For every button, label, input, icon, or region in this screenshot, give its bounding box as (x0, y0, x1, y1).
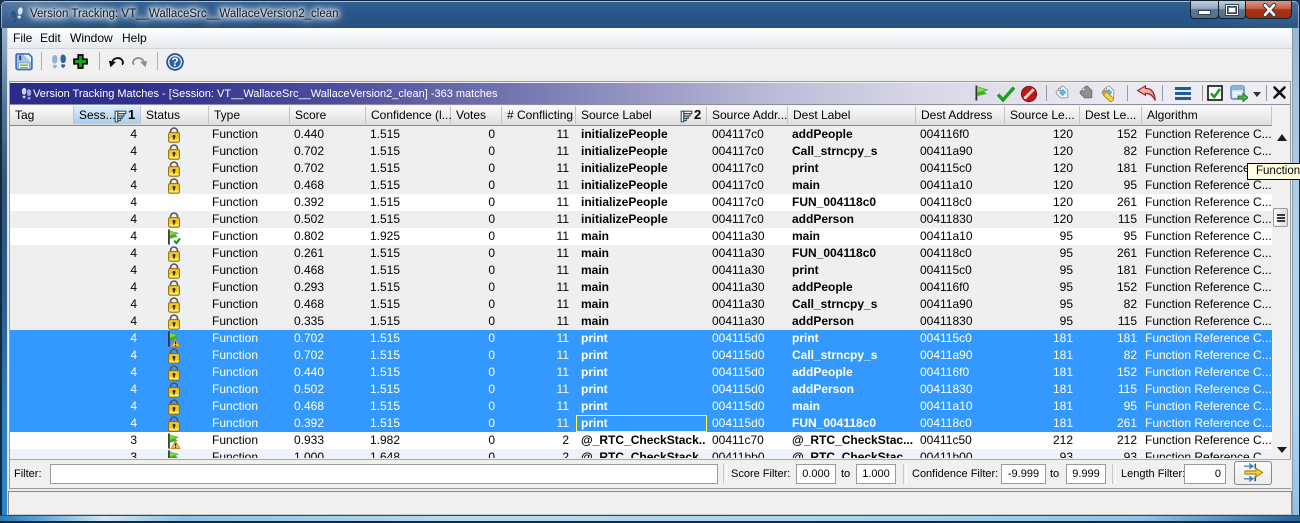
svg-text:?: ? (171, 55, 178, 69)
